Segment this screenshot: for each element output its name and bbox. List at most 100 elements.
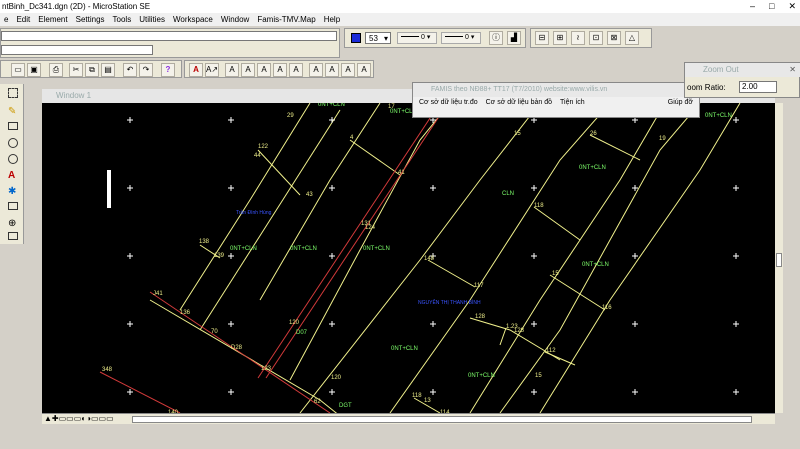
cut-icon[interactable]: ✂ — [69, 63, 83, 77]
help-icon[interactable]: ? — [161, 63, 175, 77]
menu-tools[interactable]: Tools — [109, 13, 136, 26]
parcel-boundary — [257, 149, 301, 196]
arc-icon[interactable] — [8, 154, 18, 164]
text-match-icon[interactable]: A — [241, 63, 255, 77]
chain-icon[interactable]: ≀ — [571, 31, 585, 45]
land-use-label: 0NT+CLN — [582, 262, 609, 268]
command-input-2[interactable] — [1, 45, 153, 55]
drop-icon[interactable]: ⊡ — [589, 31, 603, 45]
parcel-boundary — [349, 139, 401, 176]
zoom-out-panel: Zoom Out ✕ oom Ratio: 2.00 — [684, 62, 800, 98]
famis-menu-utilities[interactable]: Tiện ích — [560, 97, 585, 109]
text-increment-icon[interactable]: A — [325, 63, 339, 77]
delete-icon[interactable] — [8, 232, 18, 240]
zoom-title-bar: Zoom Out ✕ — [685, 63, 800, 77]
text-copy-icon[interactable]: A — [309, 63, 323, 77]
menu-file[interactable]: e — [0, 13, 12, 26]
print-icon[interactable]: ⎙ — [49, 63, 63, 77]
view-control-icons[interactable]: ▲✚▭▭▭◐◑▭▭▭ — [44, 414, 114, 423]
parcel-number-label: 120 — [331, 375, 342, 381]
close-icon[interactable]: ✕ — [789, 63, 796, 77]
menu-utilities[interactable]: Utilities — [135, 13, 169, 26]
fence-icon[interactable]: ✎ — [8, 106, 16, 117]
parcel-number-label: 41 — [398, 170, 405, 176]
road-edge — [265, 103, 449, 379]
paste-icon[interactable]: ▤ — [101, 63, 115, 77]
text-change-icon[interactable]: A — [257, 63, 271, 77]
famis-menu-map-db[interactable]: Cơ sở dữ liệu bản đồ — [486, 97, 552, 109]
redo-icon[interactable]: ↷ — [139, 63, 153, 77]
maximize-button[interactable]: □ — [769, 0, 774, 13]
line-weight-dropdown[interactable]: 0 ▾ — [441, 32, 481, 44]
grid-cross — [733, 389, 739, 395]
grid-cross — [430, 321, 436, 327]
famis-menu-survey-db[interactable]: Cơ sở dữ liệu tr.đo — [419, 97, 478, 109]
color-swatch[interactable] — [351, 33, 361, 43]
close-button[interactable]: ✕ — [788, 0, 796, 13]
rectangle-icon[interactable] — [8, 122, 18, 130]
circle-icon[interactable] — [8, 138, 18, 148]
copy-icon[interactable]: ⧉ — [85, 63, 99, 77]
minimize-button[interactable]: – — [750, 0, 755, 13]
modify-icon[interactable]: ⊕ — [8, 218, 16, 229]
window-title-bar: ntBinh_Dc341.dgn (2D) - MicroStation SE — [0, 0, 800, 13]
parcel-boundary — [549, 274, 606, 311]
chevron-down-icon: ▾ — [424, 34, 431, 41]
scroll-thumb[interactable] — [776, 253, 782, 267]
menu-window[interactable]: Window — [217, 13, 253, 26]
weight-dropdown[interactable]: 53 ▾ — [365, 32, 391, 44]
grid-cross — [632, 321, 638, 327]
parcel-boundary — [389, 103, 611, 413]
open-folder-icon[interactable]: ▭ — [11, 63, 25, 77]
menu-famis[interactable]: Famis-TMV.Map — [253, 13, 319, 26]
parcel-number-label: 128 — [475, 314, 486, 320]
menu-help[interactable]: Help — [320, 13, 344, 26]
text-spell-icon[interactable]: A — [225, 63, 239, 77]
undo-icon[interactable]: ↶ — [123, 63, 137, 77]
owner-name-label: Trần Đình Hùng — [236, 210, 272, 216]
text-abc-icon[interactable]: A — [357, 63, 371, 77]
fill-bucket-icon[interactable]: ▟ — [507, 31, 521, 45]
parcel-boundary — [539, 103, 741, 413]
line-style-dropdown[interactable]: 0 ▾ — [397, 32, 437, 44]
menu-bar: e Edit Element Settings Tools Utilities … — [0, 13, 800, 26]
text-place-icon[interactable]: A — [8, 170, 15, 181]
text-count-icon[interactable]: A — [289, 63, 303, 77]
parcel-number-label: 19 — [659, 136, 666, 142]
pattern-icon[interactable]: ⊠ — [607, 31, 621, 45]
text-display-icon[interactable]: A — [273, 63, 287, 77]
info-icon[interactable]: ⓘ — [489, 31, 503, 45]
text-tool-icon[interactable]: A — [189, 63, 203, 77]
land-use-label: 0NT+CLN — [391, 346, 418, 352]
map-drawing[interactable]: 17294122444143131124138139 148117J4113612… — [42, 103, 775, 413]
parcel-number-label: 15 — [552, 271, 559, 277]
famis-title-bar: FAMIS theo NĐ88+ TT17 (T7/2010) website:… — [413, 83, 699, 97]
text-edit-icon[interactable]: A↗ — [205, 63, 219, 77]
famis-menu-help[interactable]: Giúp đỡ — [668, 97, 693, 109]
grid-cross — [127, 389, 133, 395]
menu-settings[interactable]: Settings — [72, 13, 109, 26]
measure-icon[interactable]: △ — [625, 31, 639, 45]
text-enter-data-icon[interactable]: A — [341, 63, 355, 77]
grid-cross — [531, 253, 537, 259]
parcel-number-label: 44 — [254, 153, 261, 159]
group-icon[interactable]: ⊟ — [535, 31, 549, 45]
menu-edit[interactable]: Edit — [12, 13, 34, 26]
selection-icon[interactable] — [8, 88, 18, 98]
parcel-number-label: 15 — [535, 373, 542, 379]
dimension-icon[interactable] — [8, 202, 18, 210]
save-icon[interactable]: ▣ — [27, 63, 41, 77]
ungroup-icon[interactable]: ⊞ — [553, 31, 567, 45]
menu-workspace[interactable]: Workspace — [169, 13, 217, 26]
menu-element[interactable]: Element — [34, 13, 71, 26]
vertical-scrollbar[interactable] — [775, 103, 783, 413]
command-input-1[interactable] — [1, 31, 337, 41]
horizontal-scrollbar[interactable] — [132, 416, 752, 423]
land-use-label: 0NT+CLN — [468, 373, 495, 379]
drawing-canvas[interactable]: 17 29 4 122 44 41 43 131 124 138 139 148 117 J41 136 12… — [42, 103, 775, 413]
zoom-ratio-label: oom Ratio: — [687, 83, 726, 92]
line-style-preview — [401, 35, 419, 37]
zoom-ratio-input[interactable]: 2.00 — [739, 81, 777, 93]
cell-icon[interactable]: ✱ — [8, 186, 16, 197]
grid-cross — [733, 185, 739, 191]
